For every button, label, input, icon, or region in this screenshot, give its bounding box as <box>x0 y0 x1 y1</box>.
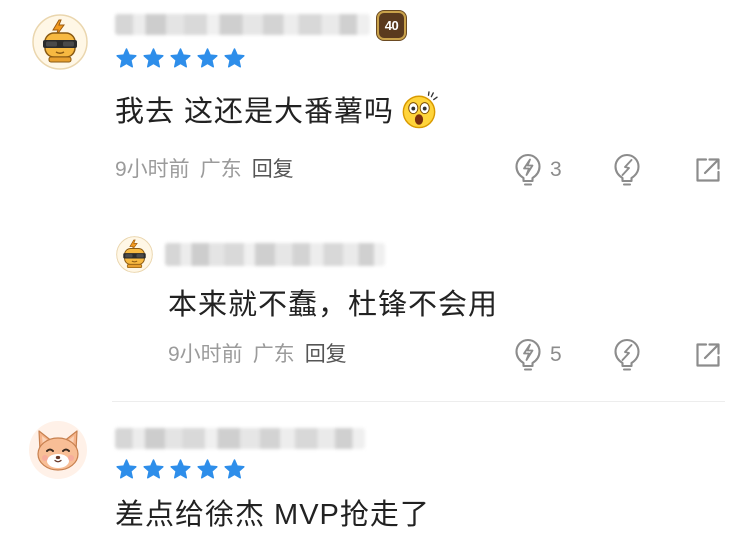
share-icon <box>696 343 720 367</box>
star-rating <box>115 457 250 481</box>
star-icon <box>197 47 218 68</box>
reply-meta: 9小时前 广东 回复 <box>168 343 357 367</box>
share-icon <box>696 158 720 182</box>
reply-button[interactable]: 回复 <box>252 158 294 181</box>
star-icon <box>224 458 245 479</box>
reply-time: 9小时前 <box>168 343 243 366</box>
star-icon <box>224 47 245 68</box>
user-avatar[interactable] <box>32 14 88 70</box>
username-blurred[interactable] <box>115 428 365 449</box>
cat-face-avatar-icon <box>29 421 87 479</box>
sunglasses-mascot-avatar-icon <box>116 236 153 273</box>
username-blurred[interactable] <box>115 14 370 35</box>
level-badge: 40 <box>377 11 406 40</box>
reply-user-avatar[interactable] <box>116 236 153 273</box>
star-icon <box>170 47 191 68</box>
comment-meta: 9小时前 广东 回复 <box>115 158 304 182</box>
dislike-button[interactable] <box>612 153 642 187</box>
lightbulb-dislike-icon <box>614 339 640 371</box>
star-icon <box>170 458 191 479</box>
reply-location: 广东 <box>252 343 295 366</box>
comment-body: 我去 这还是大番薯吗 <box>115 96 395 128</box>
dislike-button[interactable] <box>612 338 642 372</box>
reply-button[interactable]: 回复 <box>305 343 347 366</box>
comment-divider <box>112 401 725 402</box>
star-icon <box>116 458 137 479</box>
comment-text: 我去 这还是大番薯吗 <box>115 91 438 129</box>
like-button[interactable]: 5 <box>513 338 562 372</box>
reply-username-blurred[interactable] <box>165 243 385 266</box>
comment-location: 广东 <box>199 158 242 181</box>
like-count: 5 <box>550 343 562 366</box>
reply-text: 本来就不蠢，杜锋不会用 <box>168 289 499 321</box>
comment-text: 差点给徐杰 MVP抢走了 <box>115 499 430 531</box>
star-icon <box>143 47 164 68</box>
sunglasses-mascot-avatar-icon <box>32 14 88 70</box>
share-button[interactable] <box>693 340 723 370</box>
share-button[interactable] <box>693 155 723 185</box>
comment-time: 9小时前 <box>115 158 190 181</box>
star-icon <box>143 458 164 479</box>
lightbulb-like-icon <box>515 154 541 186</box>
astonished-face-emoji-icon <box>400 91 438 129</box>
star-rating <box>115 46 250 70</box>
user-avatar[interactable] <box>28 420 88 480</box>
lightbulb-like-icon <box>515 339 541 371</box>
star-icon <box>197 458 218 479</box>
like-count: 3 <box>550 158 562 181</box>
like-button[interactable]: 3 <box>513 153 562 187</box>
lightbulb-dislike-icon <box>614 154 640 186</box>
star-icon <box>116 47 137 68</box>
